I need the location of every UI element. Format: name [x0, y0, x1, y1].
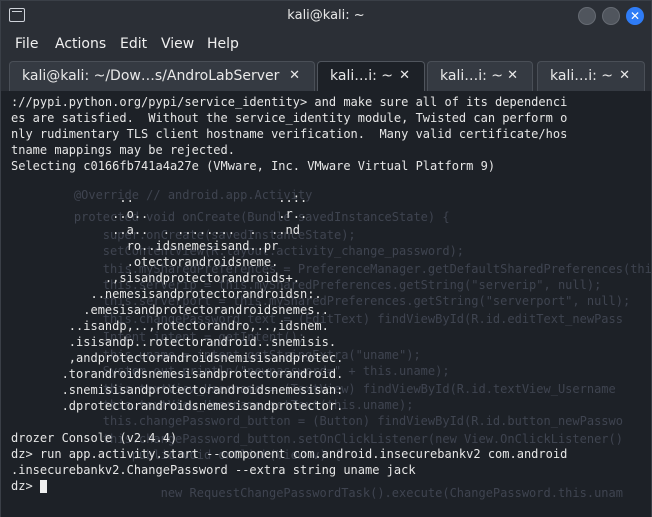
- tab-label: kali…i: ~: [550, 68, 614, 84]
- terminal-line: .,sisandprotectorandroids+.: [11, 271, 300, 285]
- tab-close-icon[interactable]: ✕: [507, 62, 518, 90]
- terminal-line: .snemisisandprotectorandroidsnemesisan:: [11, 383, 344, 397]
- menu-actions[interactable]: Actions: [55, 31, 106, 57]
- title-bar[interactable]: kali@kali: ~ ✕: [1, 1, 651, 31]
- terminal-line: drozer Console (v2.4.4): [11, 431, 178, 445]
- tab-bar: kali@kali: ~/Dow…s/AndroLabServer ✕ kali…: [1, 57, 651, 92]
- terminal-line: ..a.. . ........ . ..nd: [11, 223, 300, 237]
- menu-file[interactable]: File: [15, 31, 38, 57]
- menu-help[interactable]: Help: [207, 31, 239, 57]
- terminal-window: kali@kali: ~ ✕ File Actions Edit View He…: [0, 0, 652, 517]
- tab-close-icon[interactable]: ✕: [399, 62, 410, 90]
- terminal-line: ..o.. .r..: [11, 207, 308, 221]
- terminal-line: .dprotectorandroidsnemesisandprotector.: [11, 399, 344, 413]
- menu-bar: File Actions Edit View Help: [1, 31, 651, 57]
- text-cursor: [39, 480, 47, 493]
- terminal-line: dz> run app.activity.start --component c…: [11, 447, 568, 461]
- close-icon: ✕: [629, 9, 641, 23]
- tab-close-icon[interactable]: ✕: [289, 62, 300, 90]
- menu-view[interactable]: View: [161, 31, 194, 57]
- terminal-line: .emesisandprotectorandroidsnemes..: [11, 303, 329, 317]
- terminal-line: ://pypi.python.org/pypi/service_identity…: [11, 95, 568, 109]
- close-button[interactable]: ✕: [626, 7, 644, 25]
- terminal-line: .insecurebankv2.ChangePassword --extra s…: [11, 463, 416, 477]
- tab-label: kali…i: ~: [440, 68, 504, 84]
- tab-androlabserver[interactable]: kali@kali: ~/Dow…s/AndroLabServer ✕: [9, 61, 315, 91]
- terminal-line: Selecting c0166fb741a4a27e (VMware, Inc.…: [11, 159, 496, 173]
- ghost-code-line: this.changePassword_button = (Button) fi…: [45, 414, 623, 428]
- terminal-line: .isisandp..rotectorandroid..snemisis.: [11, 335, 337, 349]
- terminal-line: ..nemesisandprotectorandroidsn:.: [11, 287, 322, 301]
- tab-kali-3[interactable]: kali…i: ~ ✕: [427, 61, 533, 91]
- terminal-line: es are satisfied. Without the service_id…: [11, 111, 568, 125]
- tab-label: kali…i: ~: [330, 68, 394, 84]
- tab-close-icon[interactable]: ✕: [619, 62, 630, 90]
- terminal-line: .otectorandroidsneme.: [11, 255, 279, 269]
- terminal-line: .torandroidsnemesisandprotectorandroid.: [11, 367, 344, 381]
- tab-kali-4[interactable]: kali…i: ~ ✕: [537, 61, 645, 91]
- menu-edit[interactable]: Edit: [120, 31, 147, 57]
- tab-kali-2[interactable]: kali…i: ~ ✕: [317, 61, 425, 91]
- terminal-line: tname mappings may be rejected.: [11, 143, 235, 157]
- tab-label: kali@kali: ~/Dow…s/AndroLabServer: [22, 68, 280, 84]
- window-title: kali@kali: ~: [287, 8, 365, 23]
- terminal-line: .. ..:.: [11, 191, 308, 205]
- terminal-line: dz>: [11, 479, 40, 493]
- terminal-line: nly rudimentary TLS client hostname veri…: [11, 127, 568, 141]
- terminal-line: ,andprotectorandroidsnemisisandprotec.: [11, 351, 344, 365]
- terminal-line: ..isandp,..,rotectorandro,..,idsnem.: [11, 319, 329, 333]
- terminal-line: ro..idsnemesisand..pr: [11, 239, 279, 253]
- minimize-button[interactable]: [578, 7, 596, 25]
- maximize-button[interactable]: [602, 7, 620, 25]
- terminal-output[interactable]: private Matcher matcher; public Button c…: [1, 91, 651, 517]
- ghost-code-line: new RequestChangePasswordTask().execute(…: [45, 486, 623, 500]
